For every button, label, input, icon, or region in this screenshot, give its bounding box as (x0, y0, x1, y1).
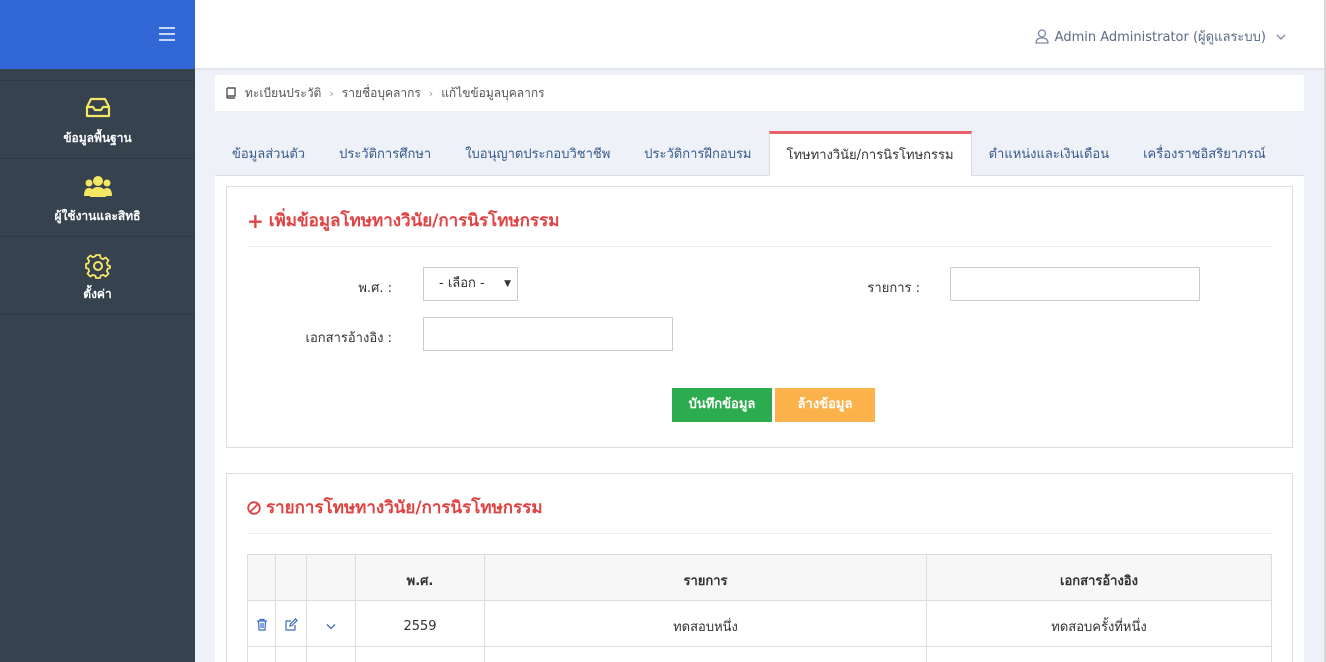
column-header: รายการ (484, 554, 927, 601)
year-cell: 2559 (355, 600, 485, 647)
item-input[interactable] (950, 267, 1200, 301)
book-icon (226, 87, 236, 99)
chevron-down-icon (1276, 34, 1286, 40)
discipline-table: พ.ศ. รายการ เอกสารอ้างอิง 2559 ทดสอบหนึ่… (247, 554, 1272, 662)
breadcrumb: ทะเบียนประวัติ › รายชื่อบุคลากร › แก้ไขข… (215, 75, 1304, 111)
chevron-right-icon: › (428, 86, 434, 100)
sidebar: ข้อมูลพื้นฐาน ผู้ใช้งานและสิทธิ ตั้งค่า (0, 0, 195, 662)
tab-training[interactable]: ประวัติการฝึกอบรม (627, 131, 768, 176)
plus-icon: + (247, 208, 264, 233)
tab-license[interactable]: ใบอนุญาตประกอบวิชาชีพ (448, 131, 627, 176)
chevron-right-icon: › (329, 86, 334, 100)
column-header: เอกสารอ้างอิง (926, 554, 1272, 601)
panel-title: รายการโทษทางวินัย/การนิรโทษกรรม (247, 494, 543, 521)
trash-icon[interactable] (247, 600, 276, 647)
user-menu[interactable]: Admin Administrator (ผู้ดูแลระบบ) (1035, 26, 1286, 47)
reference-input[interactable] (423, 317, 673, 351)
gear-icon (0, 253, 195, 279)
chevron-up-down-icon[interactable] (306, 646, 356, 662)
tab-education[interactable]: ประวัติการศึกษา (322, 131, 448, 176)
reference-label: เอกสารอ้างอิง : (305, 331, 392, 346)
item-cell: ทดสอบหนึ่ง (484, 600, 927, 647)
trash-icon[interactable] (247, 646, 276, 662)
user-icon (1035, 29, 1049, 44)
tab-decorations[interactable]: เครื่องราชอิสริยาภรณ์ (1126, 131, 1283, 176)
edit-icon[interactable] (275, 646, 307, 662)
tab-position-salary[interactable]: ตำแหน่งและเงินเดือน (972, 131, 1127, 176)
reference-cell (926, 646, 1272, 662)
reference-cell: ทดสอบครั้งที่หนึ่ง (926, 600, 1272, 647)
breadcrumb-item: แก้ไขข้อมูลบุคลากร (441, 85, 545, 100)
table-row (247, 646, 1272, 662)
tab-personal-info[interactable]: ข้อมูลส่วนตัว (215, 131, 322, 176)
column-header: พ.ศ. (355, 554, 485, 601)
sidebar-header (0, 0, 195, 69)
sidebar-item-label: ผู้ใช้งานและสิทธิ (54, 209, 141, 223)
tab-bar: ข้อมูลส่วนตัว ประวัติการศึกษา ใบอนุญาตปร… (215, 131, 1304, 176)
ban-icon (247, 500, 261, 515)
item-cell (484, 646, 927, 662)
table-row: 2559 ทดสอบหนึ่ง ทดสอบครั้งที่หนึ่ง (247, 600, 1272, 647)
tab-discipline[interactable]: โทษทางวินัย/การนิรโทษกรรม (768, 131, 972, 176)
save-button[interactable]: บันทึกข้อมูล (672, 388, 772, 422)
inbox-icon (0, 97, 195, 123)
chevron-down-icon[interactable] (306, 600, 356, 647)
clear-button[interactable]: ล้างข้อมูล (775, 388, 875, 422)
hamburger-menu-icon[interactable] (159, 27, 175, 41)
breadcrumb-item[interactable]: รายชื่อบุคลากร (342, 84, 421, 103)
user-name: Admin Administrator (ผู้ดูแลระบบ) (1054, 30, 1266, 45)
sidebar-item-users[interactable]: ผู้ใช้งานและสิทธิ (0, 159, 195, 237)
sidebar-item-basic-data[interactable]: ข้อมูลพื้นฐาน (0, 81, 195, 159)
year-cell (355, 646, 485, 662)
sidebar-item-settings[interactable]: ตั้งค่า (0, 237, 195, 315)
panel-title: + เพิ่มข้อมูลโทษทางวินัย/การนิรโทษกรรม (247, 208, 560, 233)
item-label: รายการ : (867, 281, 920, 296)
sidebar-item-label: ตั้งค่า (83, 287, 112, 301)
breadcrumb-item[interactable]: ทะเบียนประวัติ (245, 84, 321, 103)
sidebar-item-label: ข้อมูลพื้นฐาน (63, 131, 132, 145)
top-header: Admin Administrator (ผู้ดูแลระบบ) (195, 0, 1326, 69)
dropdown-arrow-icon: ▼ (504, 279, 511, 289)
year-label: พ.ศ. : (358, 281, 392, 296)
users-icon (0, 175, 195, 201)
year-select[interactable]: - เลือก - ▼ (423, 267, 518, 301)
edit-icon[interactable] (275, 600, 307, 647)
